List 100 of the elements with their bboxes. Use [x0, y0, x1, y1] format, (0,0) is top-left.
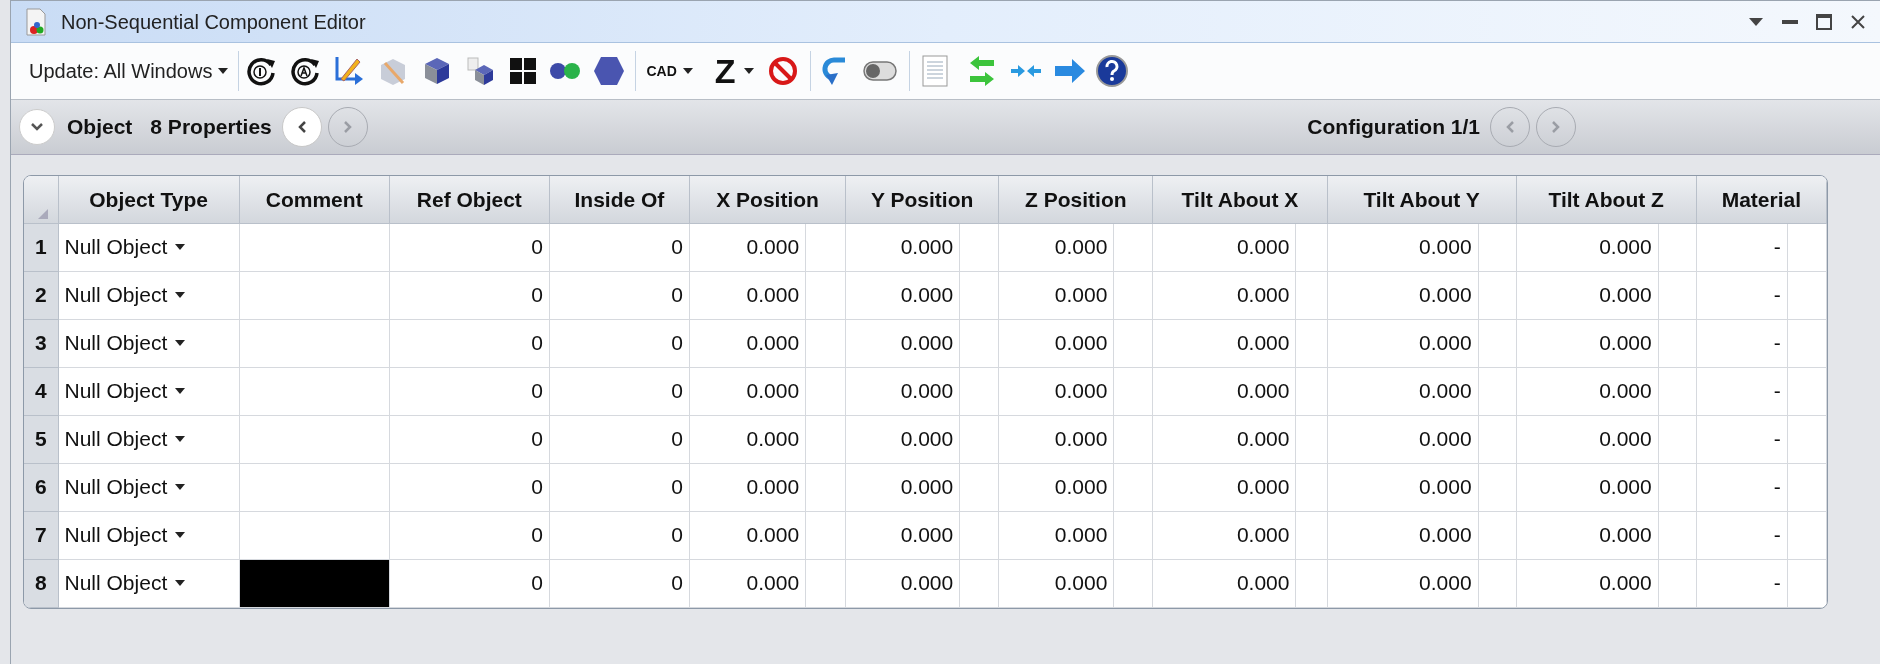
table-cell: 0.000: [1236, 331, 1290, 355]
z-dropdown[interactable]: Z: [712, 51, 756, 91]
chevron-down-icon: [30, 122, 44, 132]
row-number[interactable]: 8: [34, 571, 47, 595]
column-header[interactable]: Inside Of: [549, 176, 690, 223]
table-cell: 0.000: [746, 571, 800, 595]
row-number[interactable]: 7: [34, 523, 47, 547]
row-number[interactable]: 2: [34, 283, 47, 307]
table-cell: 0.000: [900, 235, 954, 259]
no-sign-icon[interactable]: [767, 56, 798, 86]
table-cell: -: [1773, 283, 1781, 307]
caret-icon: [175, 388, 186, 394]
object-type-dropdown[interactable]: Null Object: [64, 471, 186, 503]
column-header[interactable]: Z Position: [998, 176, 1153, 223]
minimize-icon[interactable]: [1782, 19, 1798, 24]
table-cell: 0: [531, 427, 543, 451]
column-header[interactable]: Tilt About Y: [1327, 176, 1517, 223]
help-icon[interactable]: [1095, 55, 1128, 87]
object-type-dropdown[interactable]: Null Object: [64, 327, 186, 359]
table-cell: 0.000: [1236, 379, 1290, 403]
table-cell: -: [1773, 427, 1781, 451]
comment-cell[interactable]: [239, 319, 390, 367]
comment-cell[interactable]: [239, 223, 390, 271]
caret-icon: [175, 580, 186, 586]
column-header[interactable]: Material: [1696, 176, 1827, 223]
refresh-icon[interactable]: [289, 55, 322, 87]
table-cell: 0.000: [1236, 283, 1290, 307]
table-cell: 0.000: [1599, 427, 1652, 451]
table-cell: 0: [671, 427, 683, 451]
table-cell: 0.000: [1236, 427, 1290, 451]
row-number[interactable]: 1: [34, 235, 47, 259]
table-cell: 0.000: [1599, 379, 1652, 403]
table-cell: 0.000: [1419, 523, 1472, 547]
table-cell: 0.000: [900, 475, 954, 499]
column-header[interactable]: Comment: [239, 176, 390, 223]
toggle-icon[interactable]: [862, 61, 897, 81]
comment-cell[interactable]: [239, 463, 390, 511]
object-type-dropdown[interactable]: Null Object: [64, 231, 186, 263]
update-dropdown[interactable]: Update: All Windows: [27, 51, 231, 91]
table-cell: 0: [531, 283, 543, 307]
chevron-left-icon: [296, 120, 307, 134]
table-cell: 0: [531, 475, 543, 499]
object-type-dropdown[interactable]: Null Object: [64, 567, 186, 599]
object-type-dropdown[interactable]: Null Object: [64, 519, 186, 551]
comment-cell[interactable]: [239, 559, 390, 607]
row-number[interactable]: 5: [34, 427, 47, 451]
table-cell: 0: [671, 283, 683, 307]
chevron-left-icon: [1505, 120, 1515, 134]
table-cell: -: [1773, 331, 1781, 355]
chevron-right-icon: [342, 120, 353, 134]
refresh-icon[interactable]: [245, 55, 278, 87]
comment-cell[interactable]: [239, 367, 390, 415]
collapse-button[interactable]: [19, 109, 55, 145]
table-cell: 0.000: [900, 331, 954, 355]
cad-dropdown[interactable]: CAD: [644, 51, 695, 91]
table-cell: -: [1773, 571, 1781, 595]
comment-cell[interactable]: [239, 271, 390, 319]
converging-arrows-icon[interactable]: [1009, 63, 1042, 79]
column-header[interactable]: Ref Object: [389, 176, 550, 223]
comment-cell[interactable]: [239, 511, 390, 559]
table-cell: 0.000: [1419, 379, 1472, 403]
caret-icon: [175, 244, 186, 250]
object-type-dropdown[interactable]: Null Object: [64, 423, 186, 455]
table-cell: 0.000: [1599, 235, 1652, 259]
table-cell: -: [1773, 235, 1781, 259]
table-cell: 0.000: [1419, 475, 1472, 499]
column-header[interactable]: Y Position: [845, 176, 999, 223]
caret-icon: [743, 68, 754, 74]
table-cell: 0.000: [900, 427, 954, 451]
configuration-label: Configuration 1/1: [1307, 114, 1480, 141]
table-cell: 0: [671, 235, 683, 259]
object-type-dropdown[interactable]: Null Object: [64, 279, 186, 311]
dots-icon[interactable]: [549, 62, 582, 80]
table-cell: 0: [531, 571, 543, 595]
table-cell: 0.000: [1419, 571, 1472, 595]
column-header[interactable]: Tilt About Z: [1516, 176, 1697, 223]
table-cell: 0.000: [1054, 379, 1108, 403]
column-header[interactable]: Object Type: [58, 176, 240, 223]
comment-cell[interactable]: [239, 415, 390, 463]
hexagon-icon[interactable]: [593, 56, 626, 86]
table-cell: 0: [671, 571, 683, 595]
table-cell: 0.000: [1236, 475, 1290, 499]
column-header[interactable]: Tilt About X: [1152, 176, 1327, 223]
caret-icon: [218, 68, 229, 74]
close-icon[interactable]: [1850, 13, 1866, 30]
table-cell: 0.000: [1599, 475, 1652, 499]
column-header[interactable]: X Position: [689, 176, 846, 223]
caret-icon: [175, 532, 186, 538]
object-type-dropdown[interactable]: Null Object: [64, 375, 186, 407]
grid-icon[interactable]: [509, 57, 538, 85]
table-cell: 0.000: [746, 283, 800, 307]
row-number[interactable]: 3: [34, 331, 47, 355]
table-cell: 0.000: [1599, 283, 1652, 307]
row-number[interactable]: 4: [34, 379, 47, 403]
right-arrow-icon[interactable]: [1053, 58, 1086, 84]
table-cell: 0.000: [746, 523, 800, 547]
row-number[interactable]: 6: [34, 475, 47, 499]
dropdown-icon[interactable]: [1748, 16, 1764, 27]
maximize-icon[interactable]: [1816, 13, 1832, 30]
table-cell: 0: [671, 331, 683, 355]
